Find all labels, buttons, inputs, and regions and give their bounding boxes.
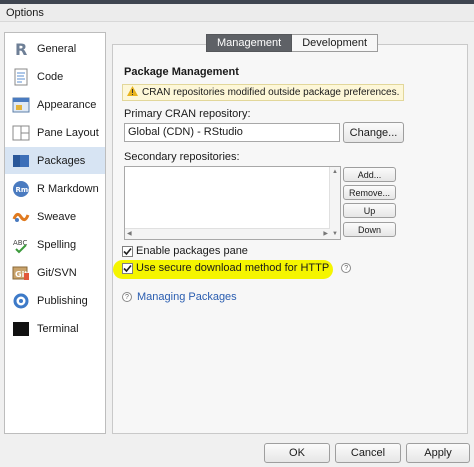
primary-repo-label: Primary CRAN repository: (124, 108, 251, 120)
sidebar-item-label: General (37, 42, 77, 55)
sidebar-item-general[interactable]: R General (5, 35, 105, 62)
help-circle-icon: ? (122, 292, 132, 302)
rmd-icon: Rmd (12, 180, 30, 198)
sidebar-item-label: Publishing (37, 294, 88, 307)
cancel-button[interactable]: Cancel (335, 443, 401, 463)
sidebar-item-label: Spelling (37, 238, 77, 251)
warning-icon (127, 86, 138, 99)
code-icon (12, 68, 30, 86)
enable-packages-pane-checkbox[interactable] (122, 245, 133, 257)
tab-development[interactable]: Development (292, 34, 379, 52)
sidebar-item-label: Sweave (37, 210, 77, 223)
sidebar-item-packages[interactable]: Packages (5, 147, 105, 174)
git-icon: Git (12, 264, 30, 282)
help-icon[interactable]: ? (341, 263, 352, 273)
secure-download-checkbox[interactable] (122, 262, 133, 274)
scroll-up-icon[interactable]: ▲ (332, 168, 338, 176)
pane-layout-icon (12, 124, 30, 142)
section-title: Package Management (124, 66, 239, 78)
primary-repo-field[interactable]: Global (CDN) - RStudio (124, 123, 340, 142)
sidebar-item-label: Code (37, 70, 64, 83)
secondary-repo-label: Secondary repositories: (124, 151, 240, 163)
sidebar-item-sweave[interactable]: Sweave (5, 203, 105, 230)
scroll-down-icon[interactable]: ▼ (332, 230, 338, 238)
sidebar-item-label: Pane Layout (37, 126, 99, 139)
secure-download-label: Use secure download method for HTTP (136, 262, 330, 274)
secure-download-option: Use secure download method for HTTP ? (122, 262, 352, 274)
sidebar-item-terminal[interactable]: Terminal (5, 315, 105, 342)
warning-banner: CRAN repositories modified outside packa… (122, 84, 404, 101)
add-button[interactable]: Add... (343, 167, 396, 182)
publishing-icon (12, 292, 30, 310)
secondary-repo-list[interactable]: ▲ ▼ ◀ ▶ (124, 166, 341, 240)
scroll-left-icon[interactable]: ◀ (127, 230, 132, 238)
remove-button[interactable]: Remove... (343, 185, 396, 200)
sidebar-item-publishing[interactable]: Publishing (5, 287, 105, 314)
vertical-scrollbar[interactable]: ▲ ▼ (329, 167, 340, 239)
sidebar-item-code[interactable]: Code (5, 63, 105, 90)
warning-text: CRAN repositories modified outside packa… (142, 87, 400, 98)
terminal-icon (12, 320, 30, 338)
tab-bar: Management Development (206, 34, 379, 52)
sidebar-item-label: Appearance (37, 98, 97, 111)
up-button[interactable]: Up (343, 203, 396, 218)
tab-management[interactable]: Management (206, 34, 293, 52)
sidebar-item-spelling[interactable]: ABC Spelling (5, 231, 105, 258)
down-button[interactable]: Down (343, 222, 396, 237)
svg-text:R: R (15, 40, 27, 58)
sweave-icon (12, 208, 30, 226)
packages-icon (12, 152, 30, 170)
horizontal-scrollbar[interactable]: ◀ ▶ (125, 228, 330, 239)
sidebar-item-pane-layout[interactable]: Pane Layout (5, 119, 105, 146)
r-logo-icon: R (12, 40, 30, 58)
apply-button[interactable]: Apply (406, 443, 470, 463)
managing-packages-link[interactable]: Managing Packages (137, 291, 237, 303)
window-title: Options (0, 4, 474, 22)
options-sidebar: R General Code Appearance Pane Layout Pa… (4, 32, 106, 434)
scroll-right-icon[interactable]: ▶ (323, 230, 328, 238)
sidebar-item-label: Git/SVN (37, 266, 77, 279)
enable-packages-pane-label: Enable packages pane (136, 245, 248, 257)
sidebar-item-label: R Markdown (37, 182, 99, 195)
ok-button[interactable]: OK (264, 443, 330, 463)
change-button[interactable]: Change... (343, 122, 404, 143)
sidebar-item-git-svn[interactable]: Git Git/SVN (5, 259, 105, 286)
appearance-icon (12, 96, 30, 114)
sidebar-item-r-markdown[interactable]: Rmd R Markdown (5, 175, 105, 202)
sidebar-item-label: Terminal (37, 322, 79, 335)
spelling-icon: ABC (12, 236, 30, 254)
help-link-row: ? Managing Packages (122, 291, 237, 303)
sidebar-item-label: Packages (37, 154, 86, 167)
svg-text:Rmd: Rmd (16, 186, 31, 194)
enable-packages-pane-option: Enable packages pane (122, 245, 248, 257)
sidebar-item-appearance[interactable]: Appearance (5, 91, 105, 118)
dialog-footer (0, 434, 474, 467)
